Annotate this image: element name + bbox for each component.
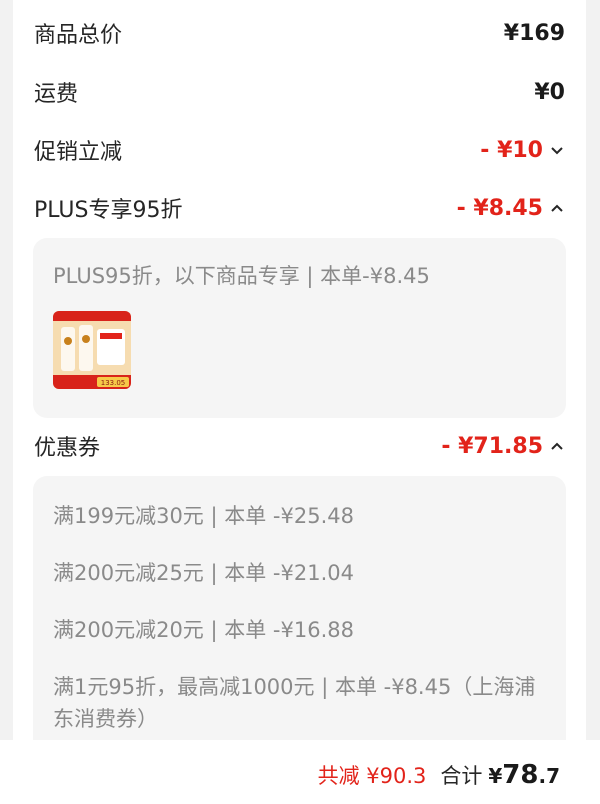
plus-discount-amount: - ¥8.45 xyxy=(457,196,565,221)
coupon-detail-panel: 满199元减30元 | 本单 -¥25.48 满200元减25元 | 本单 -¥… xyxy=(33,476,566,760)
coupon-value: - ¥71.85 xyxy=(441,433,543,459)
promo-amount: - ¥10 xyxy=(480,138,565,163)
total-decimal: .7 xyxy=(538,764,560,788)
total-summary: 共减 ¥90.3 合计 ¥ 78 .7 xyxy=(318,760,560,790)
coupon-item: 满200元减25元 | 本单 -¥21.04 xyxy=(53,561,354,585)
coupon-item: 满1元95折，最高减1000元 | 本单 -¥8.45（上海浦东消费券） xyxy=(53,675,536,731)
total-label: 合计 xyxy=(440,764,483,788)
shipping-row: 运费 ¥0 xyxy=(34,72,565,112)
total-integer: 78 xyxy=(502,760,539,790)
promo-label: 促销立减 xyxy=(34,140,123,165)
plus-detail-panel: PLUS95折，以下商品专享 | 本单-¥8.45 133.05 xyxy=(33,238,566,418)
coupon-item: 满200元减20元 | 本单 -¥16.88 xyxy=(53,618,354,642)
chevron-up-icon[interactable] xyxy=(549,438,565,454)
plus-discount-row[interactable]: PLUS专享95折 - ¥8.45 xyxy=(34,188,565,228)
coupon-row[interactable]: 优惠券 - ¥71.85 xyxy=(34,426,565,466)
coupon-amount: - ¥71.85 xyxy=(441,434,565,459)
promo-row[interactable]: 促销立减 - ¥10 xyxy=(34,130,565,170)
plus-discount-label: PLUS专享95折 xyxy=(34,198,183,223)
order-summary-card: 商品总价 ¥169 运费 ¥0 促销立减 - ¥10 PLUS专享95折 - ¥… xyxy=(13,0,586,760)
plus-discount-value: - ¥8.45 xyxy=(456,195,543,221)
total-saved: 共减 ¥90.3 xyxy=(317,764,427,788)
items-total-label: 商品总价 xyxy=(34,23,123,48)
items-total-value: ¥169 xyxy=(503,20,565,46)
checkout-bar: 共减 ¥90.3 合计 ¥ 78 .7 xyxy=(0,740,600,804)
coupon-label: 优惠券 xyxy=(34,436,101,461)
total-currency: ¥ xyxy=(488,764,503,788)
chevron-up-icon[interactable] xyxy=(549,200,565,216)
product-image: 133.05 xyxy=(53,311,131,389)
plus-detail-text: PLUS95折，以下商品专享 | 本单-¥8.45 xyxy=(53,264,430,288)
shipping-value: ¥0 xyxy=(534,79,565,105)
shipping-label: 运费 xyxy=(34,82,79,107)
coupon-item: 满199元减30元 | 本单 -¥25.48 xyxy=(53,504,354,528)
thumb-badge: 133.05 xyxy=(101,379,126,387)
chevron-down-icon[interactable] xyxy=(549,142,565,158)
items-total-row: 商品总价 ¥169 xyxy=(34,13,565,53)
promo-value: - ¥10 xyxy=(480,137,543,163)
product-thumbnail[interactable]: 133.05 xyxy=(53,311,131,389)
